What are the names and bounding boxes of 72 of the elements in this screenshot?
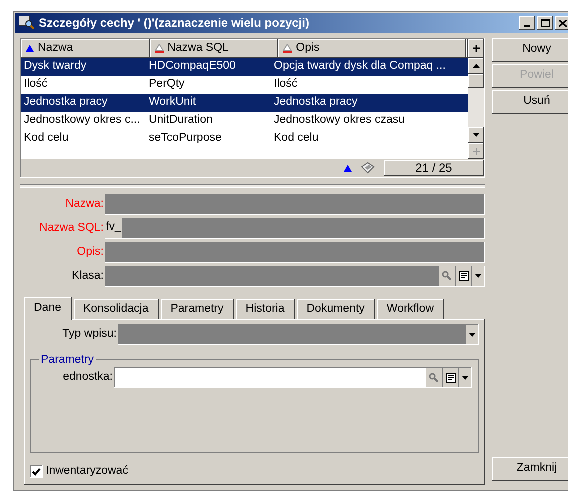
table-cell-text: Kod celu [23, 131, 70, 146]
table-cell-text: Dysk twardy [23, 59, 88, 74]
tab[interactable]: Dane [24, 297, 72, 320]
details-button[interactable] [455, 266, 471, 286]
maximize-button[interactable] [537, 16, 553, 30]
checkbox[interactable] [30, 465, 43, 478]
dropdown-button[interactable] [458, 368, 471, 387]
table-cell-text: seTcoPurpose [148, 131, 223, 146]
input-field[interactable] [105, 194, 485, 215]
field-label: Nazwa SQL: [38, 220, 105, 236]
minimize-button[interactable] [519, 16, 535, 30]
tab[interactable]: Konsolidacja [74, 299, 159, 319]
column-header[interactable]: Opis [278, 39, 466, 58]
scrollbar[interactable] [468, 39, 484, 159]
input-field[interactable]: fv_ [105, 218, 485, 239]
scroll-down-button[interactable] [468, 127, 484, 143]
table-cell-text: Jednostkowy okres c... [23, 113, 142, 128]
field-label: Nazwa: [64, 196, 105, 212]
expand-button[interactable] [468, 143, 484, 159]
field-prefix: fv_ [105, 218, 122, 238]
table-cell-text: PerQty [148, 77, 186, 92]
dropdown-button[interactable] [471, 266, 484, 286]
lookup-field[interactable] [114, 367, 472, 388]
field-label: Opis: [76, 244, 105, 260]
up-arrow-icon [472, 64, 480, 68]
sort-ascending-icon[interactable] [344, 164, 352, 172]
form-icon [458, 271, 468, 281]
close-icon [559, 20, 567, 26]
table-cell-text: UnitDuration [148, 113, 214, 128]
details-button[interactable] [442, 368, 458, 387]
form-icon [446, 372, 456, 382]
table-row[interactable]: Dysk twardy HDCompaqE500 Opcja twardy dysk dla Compaq ... [21, 58, 468, 76]
table-cell-text: Kod celu [273, 131, 320, 146]
column-header[interactable]: Nazwa SQL [150, 39, 278, 58]
table-cell-text: Jednostkowy okres czasu [273, 113, 406, 128]
down-arrow-icon [472, 133, 480, 137]
table-cell-text: Jednostka pracy [273, 95, 359, 110]
tab[interactable]: Parametry [160, 299, 234, 319]
magnifier-icon [19, 16, 35, 30]
tab[interactable]: Workflow [376, 299, 444, 319]
field-label: Klasa: [71, 268, 105, 284]
tab[interactable]: Historia [236, 299, 295, 319]
checkbox-label: Inwentaryzować [46, 464, 128, 479]
scroll-thumb[interactable] [468, 74, 484, 88]
scroll-up-button[interactable] [468, 58, 484, 74]
close-dialog-button[interactable]: Zamknij [492, 457, 568, 481]
search-icon [442, 271, 452, 281]
table-row[interactable]: Jednostka pracy WorkUnit Jednostka pracy [21, 94, 468, 112]
column-header[interactable]: Nazwa [21, 39, 150, 58]
field-label: Typ wpisu: [62, 326, 118, 342]
close-button[interactable] [555, 16, 568, 30]
record-counter: 21 / 25 [384, 160, 484, 176]
caret-icon [462, 376, 468, 380]
caret-icon [468, 332, 476, 336]
action-button[interactable]: Usuń [492, 90, 568, 114]
table-cell-text: Ilość [23, 77, 49, 92]
tab[interactable]: Dokumenty [296, 299, 375, 319]
table-cell-text: Jednostka pracy [23, 95, 109, 110]
plus-icon [472, 148, 480, 154]
input-field[interactable] [105, 242, 485, 263]
table-cell-text: Opcja twardy dysk dla Compaq ... [273, 59, 447, 74]
field-label: ednostka: [62, 370, 114, 385]
plus-icon [472, 45, 480, 52]
table-cell-text: Ilość [273, 77, 299, 92]
table-cell-text: HDCompaqE500 [148, 59, 237, 74]
checkmark-icon [32, 468, 41, 476]
action-button[interactable]: Nowy [492, 38, 568, 62]
add-column-button[interactable] [468, 39, 484, 58]
table-cell-text: WorkUnit [148, 95, 198, 110]
caret-icon [474, 274, 482, 278]
window-title: Szczegóły cechy ' ()'(zaznaczenie wielu pozycji) [39, 15, 310, 32]
search-icon [429, 372, 439, 382]
